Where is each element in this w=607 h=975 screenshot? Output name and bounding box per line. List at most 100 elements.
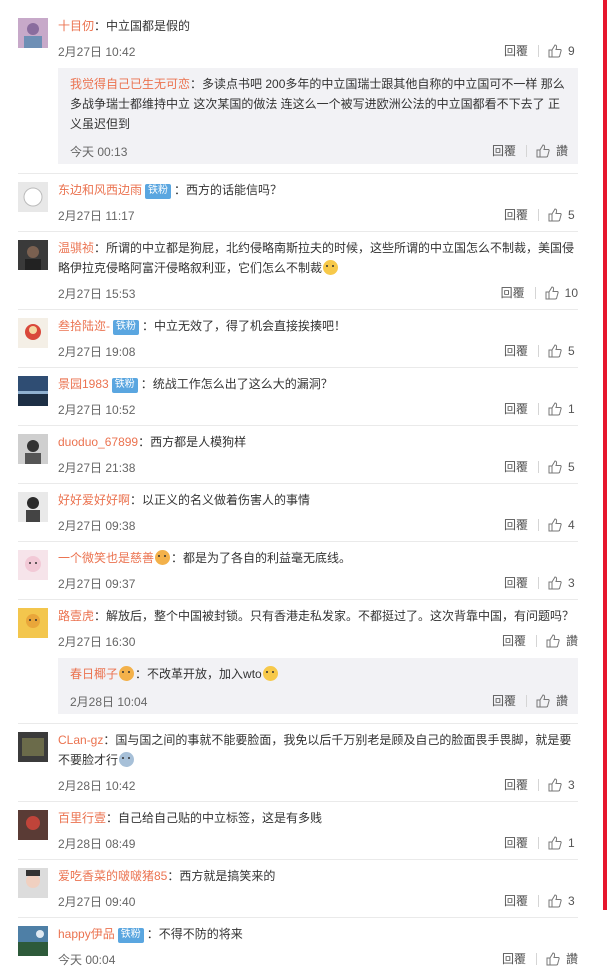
reply-button[interactable]: 回覆: [502, 950, 526, 967]
comment-item: 一个微笑也是慈善 ：都是为了各自的利益毫无底线。 2月27日 09:37 回覆 3: [18, 542, 578, 600]
thumbs-up-icon[interactable]: [548, 893, 562, 908]
comment-item: CLan-gz：国与国之间的事就不能要脸面，我免以后千万别老是顾及自己的脸面畏手…: [18, 724, 578, 802]
thumbs-up-icon[interactable]: [546, 633, 560, 648]
thumbs-up-icon[interactable]: [548, 517, 562, 532]
thumbs-up-icon[interactable]: [546, 951, 560, 966]
username-link[interactable]: 十目仞: [58, 19, 94, 33]
fan-badge[interactable]: 铁粉: [145, 184, 172, 199]
like-count[interactable]: 5: [568, 344, 578, 358]
thumbs-up-icon[interactable]: [545, 285, 559, 300]
username-link[interactable]: 我觉得自己已生无可恋: [70, 77, 190, 91]
username-link[interactable]: 百里行壹: [58, 811, 106, 825]
avatar[interactable]: [18, 376, 48, 406]
like-count[interactable]: 1: [568, 402, 578, 416]
like-count[interactable]: 讚: [566, 632, 578, 649]
like-count[interactable]: 10: [565, 286, 578, 300]
colon: ：: [94, 241, 107, 255]
like-count[interactable]: 讚: [556, 692, 568, 709]
reply-button[interactable]: 回覆: [504, 400, 528, 417]
comment-time: 2月27日 09:40: [58, 895, 136, 909]
thumbs-up-icon[interactable]: [548, 777, 562, 792]
avatar[interactable]: [18, 318, 48, 348]
colon: ：: [130, 493, 143, 507]
like-count[interactable]: 1: [568, 836, 578, 850]
thumbs-up-icon[interactable]: [536, 143, 550, 158]
avatar[interactable]: [18, 240, 48, 270]
username-link[interactable]: 好好爱好好啊: [58, 493, 130, 507]
colon: ：: [142, 319, 155, 333]
comment-item: 好好爱好好啊：以正义的名义做着伤害人的事情 2月27日 09:38 回覆 4: [18, 484, 578, 542]
reply-button[interactable]: 回覆: [504, 516, 528, 533]
comment-time: 2月27日 19:08: [58, 345, 136, 359]
colon: ：: [135, 667, 148, 681]
comment-time: 2月28日 10:04: [70, 695, 148, 709]
comment-time: 今天 00:04: [58, 953, 116, 967]
thumbs-up-icon[interactable]: [548, 343, 562, 358]
like-count[interactable]: 9: [568, 44, 578, 58]
comment-time: 2月27日 15:53: [58, 287, 136, 301]
reply-button[interactable]: 回覆: [504, 342, 528, 359]
reply-button[interactable]: 回覆: [492, 142, 516, 159]
like-count[interactable]: 讚: [556, 142, 568, 159]
thumbs-up-icon[interactable]: [548, 43, 562, 58]
like-count[interactable]: 3: [568, 894, 578, 908]
colon: ：: [167, 869, 180, 883]
comment-time: 2月27日 16:30: [58, 635, 136, 649]
reply-button[interactable]: 回覆: [492, 692, 516, 709]
username-link[interactable]: 爱吃香菜的啵啵猪85: [58, 869, 167, 883]
comment-item: happy伊品 铁粉 ：不得不防的将来 今天 00:04 回覆 讚: [18, 918, 578, 975]
colon: ：: [140, 377, 153, 391]
username-link[interactable]: 路壹虎: [58, 609, 94, 623]
like-count[interactable]: 3: [568, 778, 578, 792]
comment-item: 爱吃香菜的啵啵猪85：西方就是搞笑来的 2月27日 09:40 回覆 3: [18, 860, 578, 918]
avatar[interactable]: [18, 868, 48, 898]
emoji-icon: [155, 550, 171, 565]
thumbs-up-icon[interactable]: [548, 401, 562, 416]
avatar[interactable]: [18, 608, 48, 638]
reply-button[interactable]: 回覆: [501, 284, 525, 301]
username-link[interactable]: happy伊品: [58, 927, 115, 941]
reply-button[interactable]: 回覆: [504, 458, 528, 475]
username-link[interactable]: 东边和风西边雨: [58, 183, 142, 197]
fan-badge[interactable]: 铁粉: [117, 928, 144, 943]
thumbs-up-icon[interactable]: [536, 693, 550, 708]
avatar[interactable]: [18, 810, 48, 840]
avatar[interactable]: [18, 492, 48, 522]
like-count[interactable]: 讚: [566, 950, 578, 967]
colon: ：: [174, 183, 187, 197]
avatar[interactable]: [18, 182, 48, 212]
username-link[interactable]: 景园1983: [58, 377, 109, 391]
username-link[interactable]: 叁拾陆迩-: [58, 319, 110, 333]
avatar[interactable]: [18, 926, 48, 956]
like-count[interactable]: 3: [568, 576, 578, 590]
avatar[interactable]: [18, 732, 48, 762]
comment-item: duoduo_67899：西方都是人模狗样 2月27日 21:38 回覆 5: [18, 426, 578, 484]
reply-button[interactable]: 回覆: [504, 206, 528, 223]
avatar[interactable]: [18, 550, 48, 580]
like-count[interactable]: 4: [568, 518, 578, 532]
avatar[interactable]: [18, 18, 48, 48]
divider: [538, 402, 539, 415]
reply-button[interactable]: 回覆: [504, 892, 528, 909]
avatar[interactable]: [18, 434, 48, 464]
reply-button[interactable]: 回覆: [502, 632, 526, 649]
username-link[interactable]: 温骐祯: [58, 241, 94, 255]
reply-button[interactable]: 回覆: [504, 42, 528, 59]
username-link[interactable]: 一个微笑也是慈善: [58, 551, 154, 565]
fan-badge[interactable]: 铁粉: [113, 320, 139, 335]
thumbs-up-icon[interactable]: [548, 575, 562, 590]
comment-item: 路壹虎：解放后，整个中国被封锁。只有香港走私发家。不都挺过了。这次背靠中国，有问…: [18, 600, 578, 724]
fan-badge[interactable]: 铁粉: [111, 378, 138, 393]
thumbs-up-icon[interactable]: [548, 459, 562, 474]
username-link[interactable]: 春日椰子: [70, 667, 118, 681]
username-link[interactable]: duoduo_67899: [58, 435, 138, 449]
divider: [538, 894, 539, 907]
like-count[interactable]: 5: [568, 460, 578, 474]
reply-button[interactable]: 回覆: [504, 834, 528, 851]
username-link[interactable]: CLan-gz: [58, 733, 103, 747]
thumbs-up-icon[interactable]: [548, 207, 562, 222]
reply-button[interactable]: 回覆: [504, 776, 528, 793]
like-count[interactable]: 5: [568, 208, 578, 222]
reply-button[interactable]: 回覆: [504, 574, 528, 591]
thumbs-up-icon[interactable]: [548, 835, 562, 850]
